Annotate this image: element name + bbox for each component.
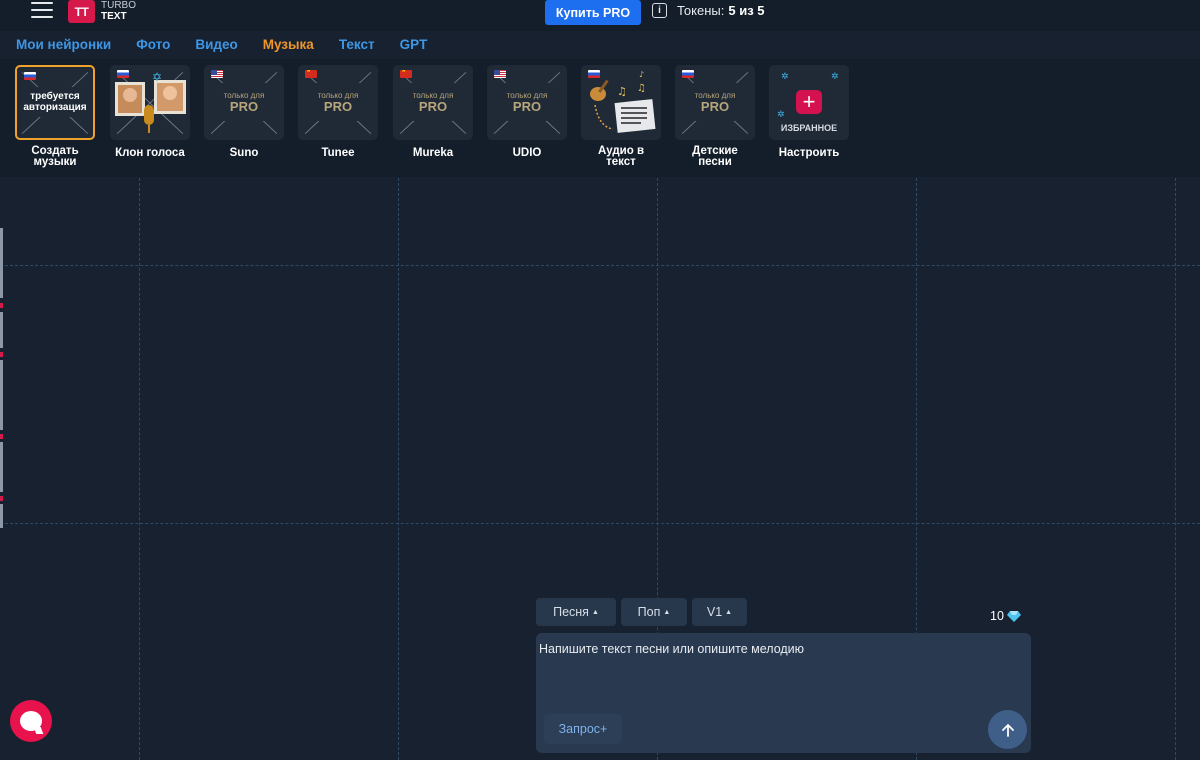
tool-label: UDIO bbox=[512, 147, 542, 159]
tool-create-music[interactable]: требуется авторизация Создать музыки bbox=[14, 65, 96, 168]
tokens-value: 5 из 5 bbox=[728, 3, 765, 18]
pro-badge: PRO bbox=[418, 99, 448, 114]
tool-tunee[interactable]: только для PRO Tunee bbox=[297, 65, 379, 159]
tool-thumb: требуется авторизация bbox=[15, 65, 95, 140]
tool-label: Mureka bbox=[412, 147, 454, 159]
side-ticker bbox=[0, 228, 4, 528]
tab-music[interactable]: Музыка bbox=[263, 37, 314, 52]
flag-ru-icon bbox=[682, 70, 694, 78]
tool-thumb: только для PRO bbox=[204, 65, 284, 140]
tab-video[interactable]: Видео bbox=[195, 37, 237, 52]
type-select[interactable]: Песня ▲ bbox=[536, 598, 616, 626]
pro-badge: PRO bbox=[700, 99, 730, 114]
send-button[interactable] bbox=[988, 710, 1027, 749]
tokens-label: Токены: bbox=[677, 3, 725, 18]
caret-up-icon: ▲ bbox=[591, 608, 599, 616]
tab-photo[interactable]: Фото bbox=[136, 37, 170, 52]
tool-label: Настроить bbox=[778, 147, 840, 159]
genre-select[interactable]: Поп ▲ bbox=[621, 598, 687, 626]
logo-text[interactable]: TURBO TEXT bbox=[101, 0, 136, 22]
tool-thumb: только для PRO bbox=[298, 65, 378, 140]
tool-customize[interactable]: ✲ ✲ ✲ + ИЗБРАННОЕ Настроить bbox=[768, 65, 850, 159]
info-icon[interactable]: i bbox=[652, 3, 667, 18]
menu-icon[interactable] bbox=[31, 2, 53, 20]
tool-udio[interactable]: только для PRO UDIO bbox=[486, 65, 568, 159]
tool-suno[interactable]: только для PRO Suno bbox=[203, 65, 285, 159]
plus-icon: + bbox=[796, 90, 822, 114]
tool-label: Создать музыки bbox=[31, 145, 79, 168]
generation-cost: 10 bbox=[990, 609, 1021, 623]
tokens-indicator: i Токены: 5 из 5 bbox=[652, 3, 765, 18]
tool-label: Suno bbox=[229, 147, 259, 159]
tool-label: Детские песни bbox=[692, 145, 738, 168]
logo-line-2: TEXT bbox=[101, 11, 127, 22]
tool-thumb: ✲ ✲ ✲ + ИЗБРАННОЕ bbox=[769, 65, 849, 140]
tool-thumb: только для PRO bbox=[487, 65, 567, 140]
tool-thumb: ♫ ♫ ♪ bbox=[581, 65, 661, 140]
logo-line-1: TURBO bbox=[101, 0, 136, 11]
svg-text:♪: ♪ bbox=[639, 70, 644, 79]
voice-clone-icon: ✡ bbox=[115, 70, 186, 133]
prompt-input[interactable] bbox=[539, 642, 1019, 702]
flag-ru-icon bbox=[24, 72, 36, 80]
buy-pro-button[interactable]: Купить PRO bbox=[545, 0, 641, 25]
auth-required-text: требуется авторизация bbox=[23, 91, 87, 113]
flag-us-icon bbox=[211, 70, 223, 78]
svg-text:♫: ♫ bbox=[617, 85, 627, 98]
caret-up-icon: ▲ bbox=[725, 608, 733, 616]
category-tabs: Мои нейронки Фото Видео Музыка Текст GPT bbox=[16, 37, 452, 52]
tool-thumb: только для PRO bbox=[675, 65, 755, 140]
pro-badge: PRO bbox=[229, 99, 259, 114]
flag-cn-icon bbox=[305, 70, 317, 78]
arrow-up-icon bbox=[1001, 723, 1014, 737]
svg-text:♫: ♫ bbox=[637, 83, 646, 94]
star-icon: ✲ bbox=[777, 109, 785, 119]
tools-panel: требуется авторизация Создать музыки ✡ Кло bbox=[0, 59, 1200, 177]
logo-mark[interactable]: TT bbox=[68, 0, 95, 23]
pro-badge: PRO bbox=[512, 99, 542, 114]
caret-up-icon: ▲ bbox=[663, 608, 671, 616]
prompt-composer: Запрос+ bbox=[536, 633, 1031, 753]
chat-icon bbox=[20, 711, 42, 731]
pro-badge: PRO bbox=[323, 99, 353, 114]
top-bar: TT TURBO TEXT Купить PRO i Токены: 5 из … bbox=[0, 0, 1200, 31]
tool-audio-to-text[interactable]: ♫ ♫ ♪ Аудио в текст bbox=[580, 65, 662, 168]
chat-support-button[interactable] bbox=[10, 700, 52, 742]
tool-label: Tunee bbox=[321, 147, 355, 159]
diamond-icon bbox=[1006, 611, 1021, 622]
tool-label: Аудио в текст bbox=[597, 145, 645, 168]
version-select[interactable]: V1 ▲ bbox=[692, 598, 747, 626]
flag-us-icon bbox=[494, 70, 506, 78]
tool-thumb: ✡ bbox=[110, 65, 190, 140]
request-plus-button[interactable]: Запрос+ bbox=[544, 714, 622, 744]
tool-thumb: только для PRO bbox=[393, 65, 473, 140]
tab-text[interactable]: Текст bbox=[339, 37, 375, 52]
favorites-text: ИЗБРАННОЕ bbox=[780, 123, 838, 133]
star-icon: ✲ bbox=[781, 71, 789, 81]
tool-mureka[interactable]: только для PRO Mureka bbox=[392, 65, 474, 159]
tab-my-networks[interactable]: Мои нейронки bbox=[16, 37, 111, 52]
star-icon: ✲ bbox=[831, 71, 839, 81]
composer-options: Песня ▲ Поп ▲ V1 ▲ bbox=[536, 598, 752, 626]
tool-label: Клон голоса bbox=[115, 147, 185, 159]
svg-text:✡: ✡ bbox=[152, 70, 162, 84]
tool-voice-clone[interactable]: ✡ Клон голоса bbox=[109, 65, 191, 159]
tool-kids-songs[interactable]: только для PRO Детские песни bbox=[674, 65, 756, 168]
flag-cn-icon bbox=[400, 70, 412, 78]
cost-value: 10 bbox=[990, 609, 1004, 623]
tab-gpt[interactable]: GPT bbox=[400, 37, 428, 52]
audio-to-text-icon: ♫ ♫ ♪ bbox=[590, 70, 656, 133]
